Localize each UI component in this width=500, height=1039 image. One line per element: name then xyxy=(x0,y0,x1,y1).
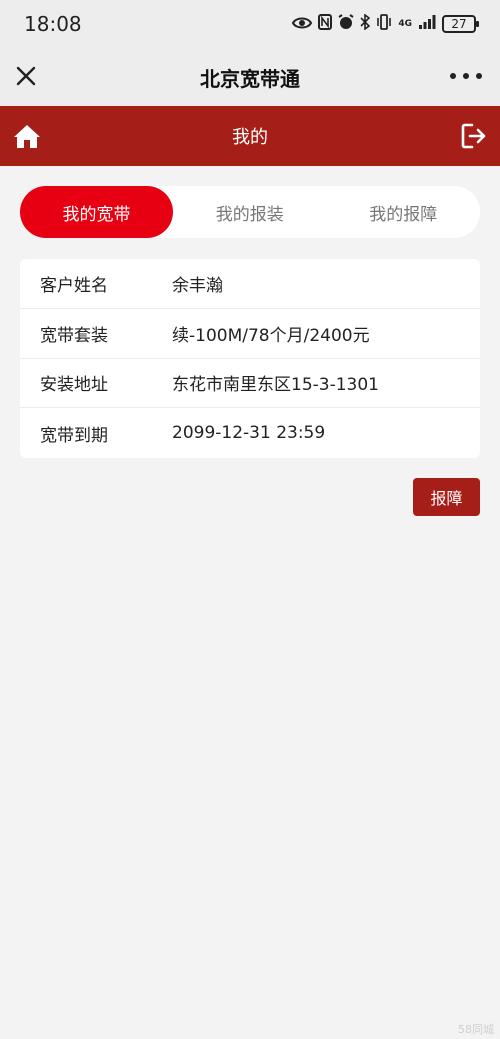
title-bar: 北京宽带通 xyxy=(0,48,500,106)
info-value: 东花市南里东区15-3-1301 xyxy=(172,375,379,396)
page-title: 北京宽带通 xyxy=(200,66,300,91)
info-row-expiry: 宽带到期 2099-12-31 23:59 xyxy=(20,408,480,458)
more-dot-icon xyxy=(463,73,469,79)
info-row-package: 宽带套装 续-100M/78个月/2400元 xyxy=(20,309,480,359)
close-icon xyxy=(16,66,36,86)
battery-icon: 27 xyxy=(442,15,479,33)
home-icon xyxy=(14,125,40,148)
logout-button[interactable] xyxy=(460,122,488,150)
watermark: 58同城 xyxy=(458,1023,494,1036)
info-row-customer-name: 客户姓名 余丰瀚 xyxy=(20,259,480,309)
more-dot-icon xyxy=(450,73,456,79)
info-label: 客户姓名 xyxy=(40,275,108,296)
more-button[interactable] xyxy=(450,62,482,90)
status-time: 18:08 xyxy=(24,12,82,36)
info-value: 余丰瀚 xyxy=(172,275,223,296)
info-label: 安装地址 xyxy=(40,375,108,396)
more-dot-icon xyxy=(476,73,482,79)
eye-icon xyxy=(292,15,313,34)
signal-icon xyxy=(418,14,436,34)
close-button[interactable] xyxy=(12,62,40,90)
app-header: 我的 xyxy=(0,106,500,166)
home-button[interactable] xyxy=(12,122,42,150)
alarm-icon xyxy=(338,14,354,34)
bluetooth-icon xyxy=(360,13,371,34)
tab-my-fault-report[interactable]: 我的报障 xyxy=(327,186,481,238)
status-icons: 4G 27 xyxy=(292,13,479,34)
network-type: 4G xyxy=(398,19,412,29)
report-fault-button[interactable]: 报障 xyxy=(413,478,480,516)
nfc-icon xyxy=(318,14,333,34)
info-value: 2099-12-31 23:59 xyxy=(172,423,326,444)
tab-my-broadband[interactable]: 我的宽带 xyxy=(20,186,173,238)
tab-my-installation[interactable]: 我的报装 xyxy=(173,186,327,238)
info-label: 宽带套装 xyxy=(40,325,108,346)
header-title: 我的 xyxy=(232,127,268,148)
logout-icon xyxy=(461,123,486,149)
tab-bar: 我的宽带 我的报装 我的报障 xyxy=(20,186,480,238)
info-label: 宽带到期 xyxy=(40,425,108,446)
vibrate-icon xyxy=(376,14,392,34)
info-value: 续-100M/78个月/2400元 xyxy=(172,325,370,346)
broadband-info-card: 客户姓名 余丰瀚 宽带套装 续-100M/78个月/2400元 安装地址 东花市… xyxy=(20,259,480,458)
status-bar: 18:08 4G 27 xyxy=(0,0,500,48)
info-row-address: 安装地址 东花市南里东区15-3-1301 xyxy=(20,359,480,409)
